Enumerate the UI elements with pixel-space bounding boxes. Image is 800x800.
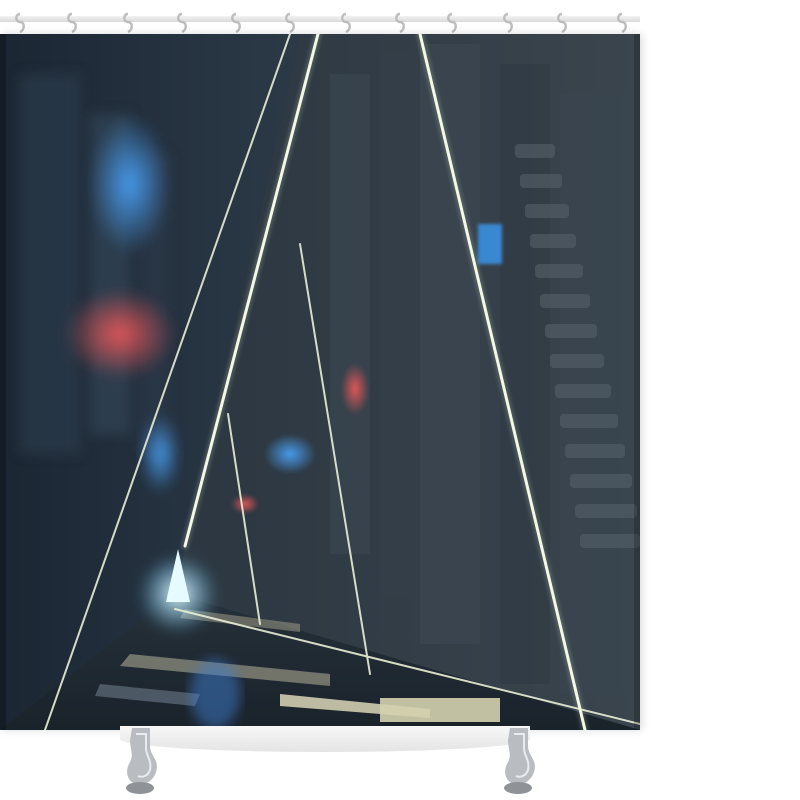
red-light-glow (65, 289, 175, 379)
curtain-hook-icon (557, 12, 567, 34)
corridor-print (0, 34, 640, 730)
curtain-hook-icon (67, 12, 77, 34)
red-panel-light (231, 494, 259, 514)
curtain-hook-icon (341, 12, 351, 34)
curtain-hook-icon (503, 12, 513, 34)
blue-panel-light (264, 434, 316, 474)
curtain-hook-icon (177, 12, 187, 34)
curtain-hook-icon (617, 12, 627, 34)
curtain-hook-icon (447, 12, 457, 34)
blue-light-glow (90, 114, 170, 254)
curtain-hook-icon (15, 12, 25, 34)
blue-panel-light (478, 224, 502, 264)
shower-curtain (0, 34, 640, 730)
bathtub-foot-icon (126, 728, 157, 794)
curtain-rod (0, 0, 640, 34)
curtain-hook-icon (123, 12, 133, 34)
blue-light-glow (140, 414, 180, 494)
curtain-hook-icon (285, 12, 295, 34)
curtain-hook-icon (231, 12, 241, 34)
bathtub-foot-icon (504, 728, 535, 794)
product-stage (0, 0, 800, 800)
curtain-hook-icon (395, 12, 405, 34)
bathtub-feet (126, 728, 535, 794)
curtain-rod-bar (0, 16, 640, 22)
red-panel-light (341, 363, 369, 415)
